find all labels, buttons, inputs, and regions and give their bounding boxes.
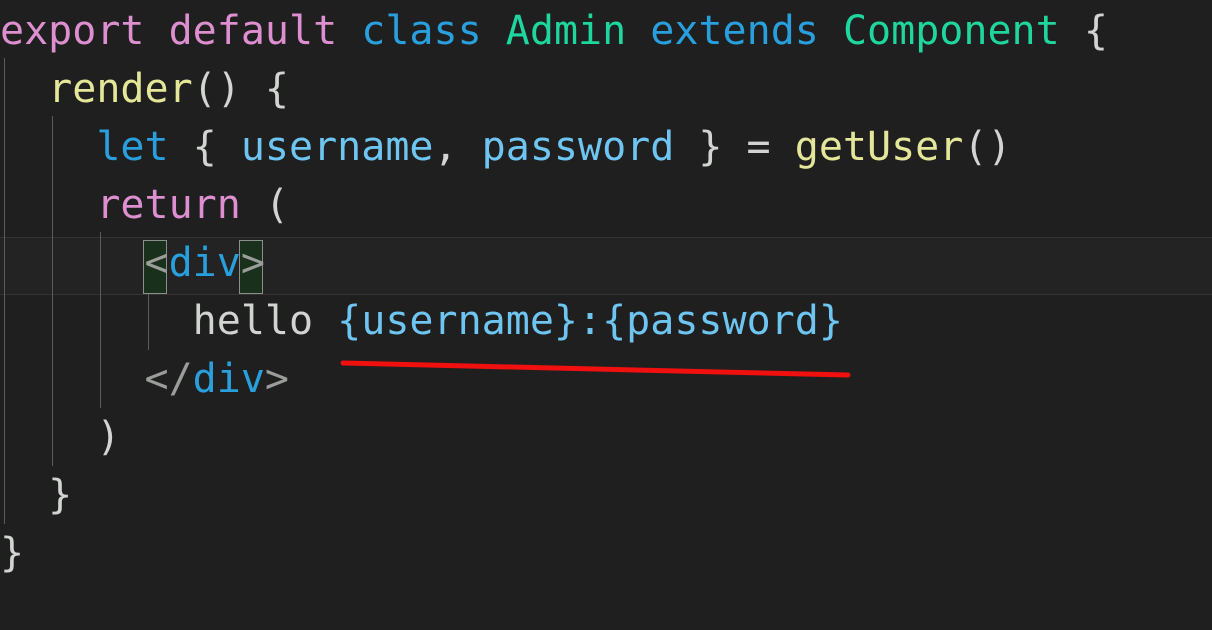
token-div-tag: div <box>168 240 241 286</box>
token-render-parens-brace: () { <box>192 66 289 112</box>
token-close-tag-angle: > <box>264 356 290 402</box>
token-hello-text: hello <box>192 298 338 344</box>
token-close-brace-method: } <box>48 472 73 518</box>
token-username-interpolation: {username} <box>337 298 578 344</box>
code-line-2[interactable]: render() { <box>0 60 1212 118</box>
code-text-layer: export default class Admin extends Compo… <box>0 0 1212 630</box>
token-open-angle: < <box>144 240 169 286</box>
token-open-paren: ( <box>240 182 289 228</box>
token-let: let <box>96 124 169 170</box>
token-default: default <box>168 8 338 54</box>
token-password-interpolation: {password} <box>602 298 843 344</box>
token-password: password <box>481 124 675 170</box>
token-comma: , <box>433 124 482 170</box>
code-line-10[interactable]: } <box>0 524 1212 582</box>
token-return: return <box>96 182 241 228</box>
code-line-8[interactable]: ) <box>0 408 1212 466</box>
token-close-brace-class: } <box>0 530 25 576</box>
code-line-9[interactable]: } <box>0 466 1212 524</box>
token-class: class <box>361 8 482 54</box>
token-getuser: getUser <box>794 124 964 170</box>
code-line-6[interactable]: hello {username}:{password} <box>0 292 1212 350</box>
token-div-tag: div <box>192 356 265 402</box>
code-line-3[interactable]: let { username, password } = getUser() <box>0 118 1212 176</box>
token-admin: Admin <box>505 8 627 54</box>
token-export: export <box>0 8 145 54</box>
code-line-4[interactable]: return ( <box>0 176 1212 234</box>
token-destructure-open: { <box>168 124 241 170</box>
token-destructure-close-equals: } = <box>674 124 795 170</box>
token-close-tag-open: </ <box>144 356 193 402</box>
token-open-brace: { <box>1083 8 1108 54</box>
token-colon-separator: : <box>577 298 603 344</box>
token-extends: extends <box>650 8 819 54</box>
code-line-1[interactable]: export default class Admin extends Compo… <box>0 2 1212 60</box>
token-close-paren: ) <box>96 414 121 460</box>
code-editor-canvas[interactable]: export default class Admin extends Compo… <box>0 0 1212 630</box>
code-line-5[interactable]: <div> <box>0 234 1212 292</box>
token-close-angle: > <box>240 240 265 286</box>
token-render: render <box>48 66 193 112</box>
token-component: Component <box>842 8 1060 54</box>
token-call-parens: () <box>963 124 1012 170</box>
token-username: username <box>240 124 434 170</box>
code-line-7[interactable]: </div> <box>0 350 1212 408</box>
